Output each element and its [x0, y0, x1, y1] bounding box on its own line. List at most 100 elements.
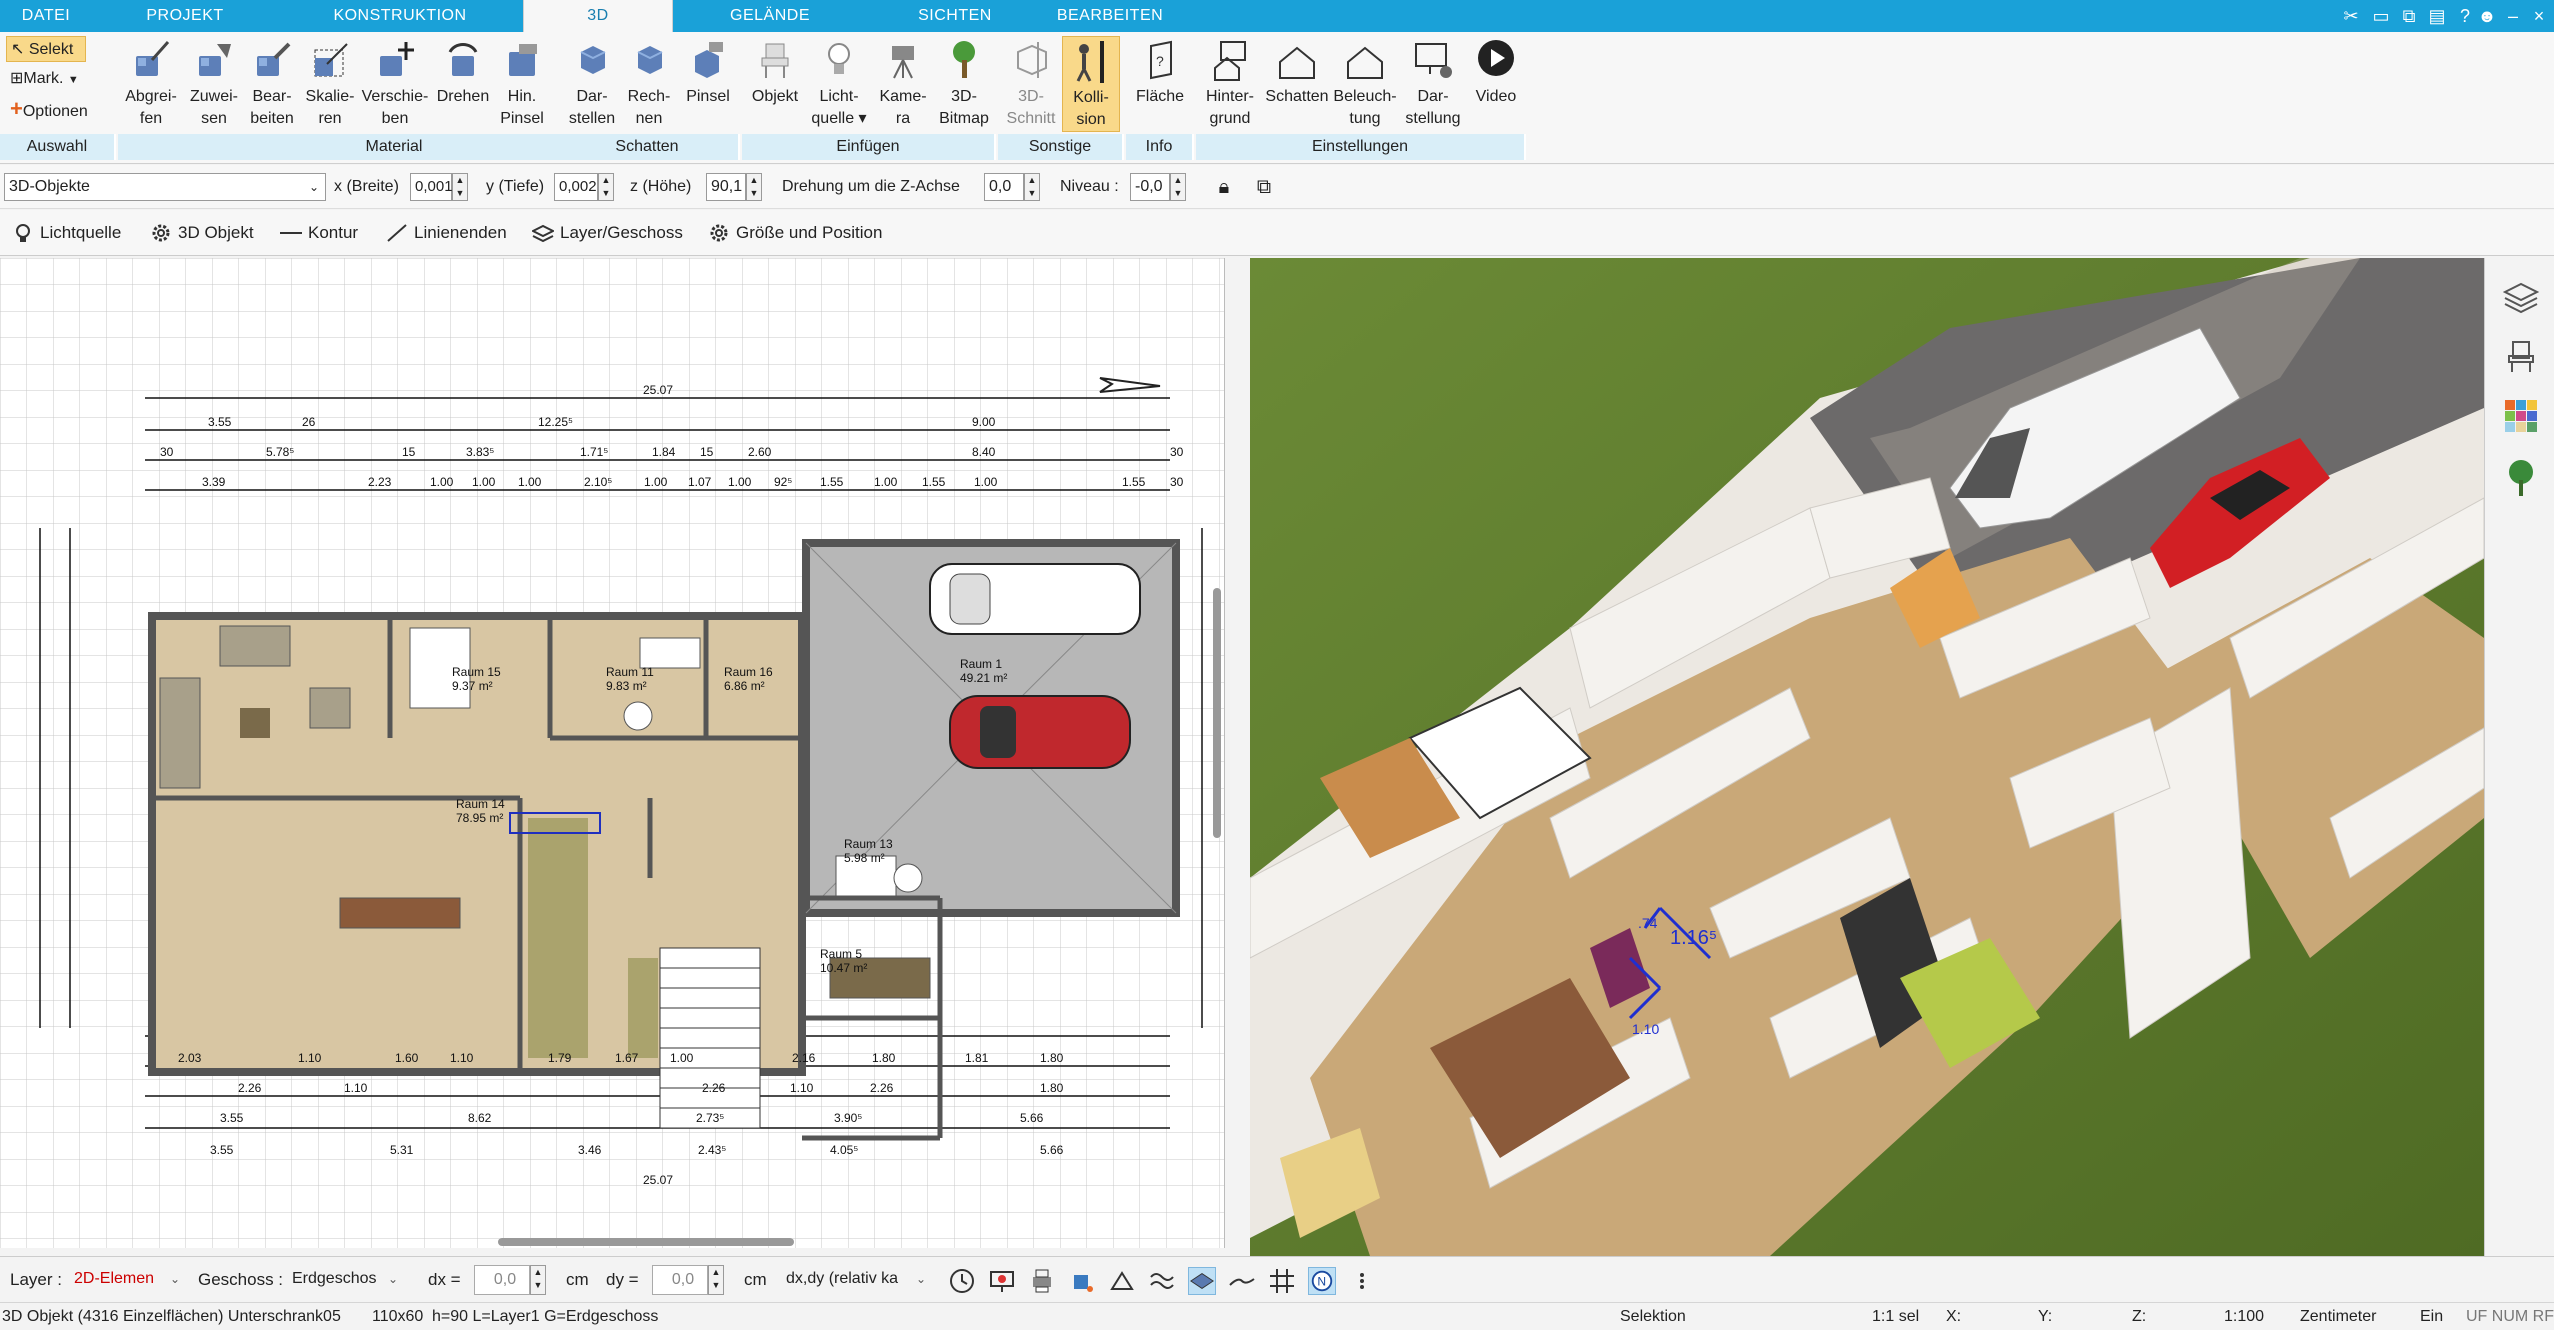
subtab-groesse-position[interactable]: Größe und Position	[700, 216, 890, 250]
dx-input[interactable]: 0,0	[474, 1265, 530, 1295]
tree-icon[interactable]	[2503, 458, 2539, 498]
panel-divider[interactable]	[1225, 258, 1250, 1256]
verschieben-button[interactable]: Verschie-ben	[360, 36, 430, 130]
lock-icon[interactable]: 🔒︎	[1210, 173, 1238, 201]
grid-icon[interactable]	[1268, 1267, 1296, 1295]
x-spinner[interactable]: ▲ ▼	[452, 173, 468, 201]
room-area: 10.47 m²	[820, 961, 867, 975]
clock-icon[interactable]	[948, 1267, 976, 1295]
tab-datei[interactable]: DATEI	[0, 0, 92, 32]
z-spinner[interactable]: ▲ ▼	[746, 173, 762, 201]
mark-label: Mark.	[23, 70, 64, 87]
drehen-button[interactable]: Drehen	[430, 36, 496, 108]
schatten-rechnen-button[interactable]: Rech-nen	[624, 36, 674, 130]
subtab-layer-geschoss[interactable]: Layer/Geschoss	[524, 216, 691, 250]
more-options-icon[interactable]	[1348, 1267, 1376, 1295]
subtab-kontur[interactable]: Kontur	[272, 216, 366, 250]
subtab-lichtquelle[interactable]: Lichtquelle	[4, 216, 129, 250]
group-einstellungen: Einstellungen	[1196, 134, 1526, 160]
3d-view[interactable]: 1.16⁵ 1.10 .74	[1250, 258, 2484, 1256]
kollision-button[interactable]: Kolli-sion	[1062, 36, 1120, 132]
layer-select[interactable]: 2D-Elemen ⌄	[68, 1265, 184, 1295]
room-area: 78.95 m²	[456, 811, 503, 825]
skalieren-button[interactable]: Skalie-ren	[300, 36, 360, 130]
rotation-input[interactable]: 0,0	[984, 173, 1024, 201]
tab-projekt[interactable]: PROJEKT	[110, 0, 260, 32]
selekt-button[interactable]: ↖ Selekt	[6, 36, 86, 62]
label-line1: Beleuch-	[1333, 88, 1397, 105]
label-line2: sen	[201, 110, 227, 127]
layers-icon[interactable]	[2503, 278, 2539, 314]
close-icon[interactable]: ×	[2526, 3, 2552, 29]
hintergrund-button[interactable]: Hinter-grund	[1198, 36, 1262, 130]
subtab-label: Layer/Geschoss	[560, 223, 683, 242]
tools-icon[interactable]: ✂	[2338, 3, 2364, 29]
3d-bitmap-button[interactable]: 3D- Bitmap	[934, 36, 994, 130]
floor-plan-canvas[interactable]: 25.07 3.55 26 12.25⁵ 9.00 30 5.78⁵ 15 3.…	[0, 258, 1225, 1248]
snap-icon[interactable]: N	[1308, 1267, 1336, 1295]
tab-bearbeiten[interactable]: BEARBEITEN	[1040, 0, 1180, 32]
geschoss-select[interactable]: Erdgeschos ⌄	[286, 1265, 402, 1295]
plane-icon[interactable]	[1188, 1267, 1216, 1295]
window-cascade-icon[interactable]: ⧉	[2396, 3, 2422, 29]
dy-spinner[interactable]: ▲ ▼	[708, 1265, 724, 1295]
printer-icon[interactable]	[1028, 1267, 1056, 1295]
abgreifen-button[interactable]: Abgrei-fen	[118, 36, 184, 130]
dim-label: 15	[402, 445, 416, 459]
z-input[interactable]: 90,1	[706, 173, 746, 201]
minimize-icon[interactable]: –	[2500, 3, 2526, 29]
bearbeiten-button[interactable]: Bear-beiten	[244, 36, 300, 130]
dim-label: 2.43⁵	[698, 1143, 726, 1157]
dim-label: 92⁵	[774, 475, 792, 489]
chair-icon[interactable]	[2503, 338, 2539, 374]
darstellung-button[interactable]: Dar-stellung	[1398, 36, 1468, 130]
niveau-spinner[interactable]: ▲ ▼	[1170, 173, 1186, 201]
dim-label: 2.26	[870, 1081, 894, 1095]
lichtquelle-button[interactable]: Licht-quelle ▾	[806, 36, 872, 130]
category-select[interactable]: 3D-Objekte ⌄	[4, 173, 326, 201]
materials-icon[interactable]	[2503, 398, 2539, 434]
3d-canvas[interactable]: 1.16⁵ 1.10 .74	[1250, 258, 2484, 1256]
zuweisen-button[interactable]: Zuwei-sen	[184, 36, 244, 130]
measure-icon[interactable]	[1108, 1267, 1136, 1295]
paint-bucket-icon[interactable]	[1068, 1267, 1096, 1295]
y-spinner[interactable]: ▲ ▼	[598, 173, 614, 201]
y-input[interactable]: 0,002	[554, 173, 598, 201]
tab-gelaende[interactable]: GELÄNDE	[700, 0, 840, 32]
schatten-einstellungen-button[interactable]: Schatten	[1262, 36, 1332, 108]
external-link-icon[interactable]: ⧉	[1250, 173, 1278, 201]
screen-icon[interactable]	[988, 1267, 1016, 1295]
tab-konstruktion[interactable]: KONSTRUKTION	[300, 0, 500, 32]
niveau-input[interactable]: -0,0	[1130, 173, 1170, 201]
user-icon[interactable]: ☻	[2474, 3, 2500, 29]
3d-schnitt-button[interactable]: 3D- Schnitt	[1000, 36, 1062, 130]
video-button[interactable]: Video	[1468, 36, 1524, 108]
tab-3d[interactable]: 3D	[523, 0, 673, 32]
kamera-button[interactable]: Kame-ra	[872, 36, 934, 130]
mark-button[interactable]: ⊞Mark. ▼	[6, 66, 96, 92]
svg-text:?: ?	[1156, 53, 1164, 69]
beleuchtung-button[interactable]: Beleuch-tung	[1332, 36, 1398, 130]
schatten-darstellen-button[interactable]: Dar-stellen	[560, 36, 624, 130]
objekt-button[interactable]: Objekt	[744, 36, 806, 108]
tab-sichten[interactable]: SICHTEN	[880, 0, 1030, 32]
hin-pinsel-button[interactable]: Hin. Pinsel	[496, 36, 548, 130]
dx-spinner[interactable]: ▲ ▼	[530, 1265, 546, 1295]
horizontal-scrollbar[interactable]	[498, 1238, 794, 1246]
optionen-button[interactable]: +Optionen	[6, 96, 116, 122]
subtab-3d-objekt[interactable]: 3D Objekt	[142, 216, 262, 250]
x-input[interactable]: 0,001	[410, 173, 453, 201]
dy-input[interactable]: 0,0	[652, 1265, 708, 1295]
schatten-pinsel-button[interactable]: Pinsel	[680, 36, 736, 108]
floor-plan-view[interactable]: 25.07 3.55 26 12.25⁵ 9.00 30 5.78⁵ 15 3.…	[0, 258, 1225, 1248]
terrain-icon[interactable]	[1228, 1267, 1256, 1295]
rotation-spinner[interactable]: ▲ ▼	[1024, 173, 1040, 201]
window-tile-icon[interactable]: ▤	[2424, 3, 2450, 29]
coordinate-mode-select[interactable]: dx,dy (relativ ka ⌄	[780, 1265, 930, 1295]
subtab-linienenden[interactable]: Linienenden	[378, 216, 515, 250]
dim-label: 1.07	[688, 475, 712, 489]
wave-icon[interactable]	[1148, 1267, 1176, 1295]
flaeche-button[interactable]: ? Fläche	[1128, 36, 1192, 108]
window-restore-icon[interactable]: ▭	[2368, 3, 2394, 29]
vertical-scrollbar[interactable]	[1213, 588, 1221, 838]
